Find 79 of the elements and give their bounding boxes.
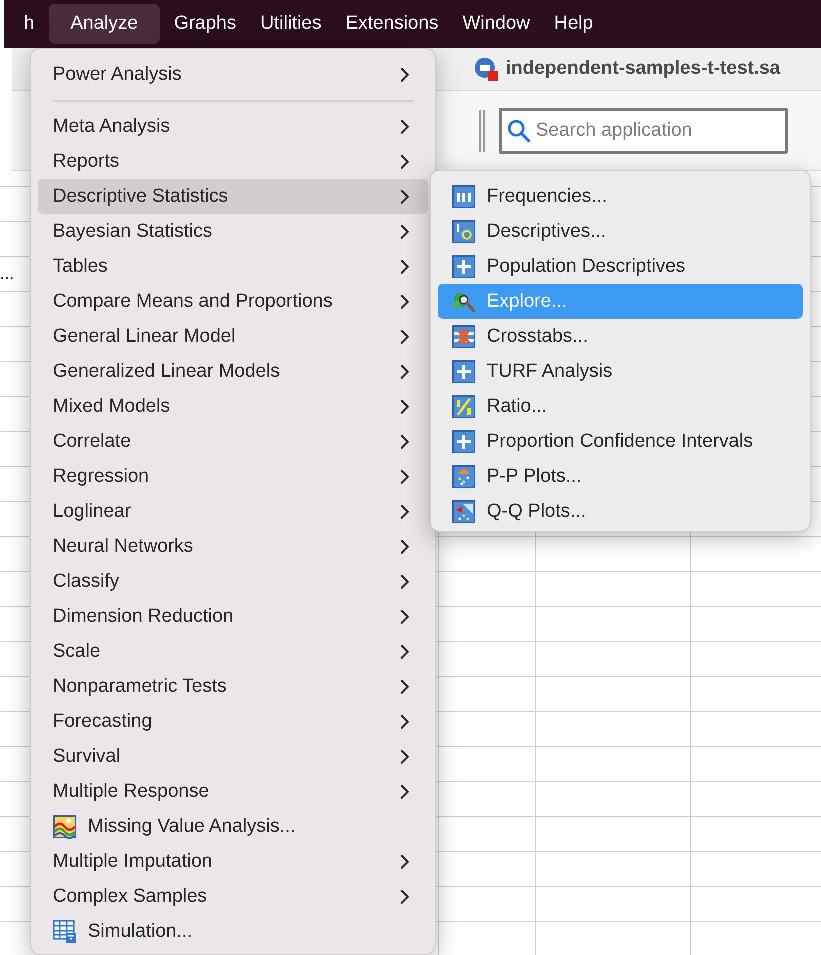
cell-text: ... [0, 264, 14, 283]
menu-item[interactable]: Multiple Response [38, 774, 428, 809]
menu-item[interactable]: Multiple Imputation [38, 844, 428, 879]
chevron-icon [400, 608, 410, 624]
menu-item[interactable]: Missing Value Analysis... [38, 809, 428, 844]
menu-bar-item[interactable]: Analyze [48, 4, 160, 44]
plot-icon [452, 464, 476, 488]
menu-item[interactable]: Power Analysis [38, 57, 428, 92]
menu-item[interactable]: Crosstabs... [438, 319, 803, 354]
menu-item[interactable]: Scale [38, 634, 428, 669]
chevron-icon [400, 398, 410, 414]
menu-item[interactable]: Classify [38, 564, 428, 599]
menu-item[interactable]: Regression [38, 459, 428, 494]
plus-icon [452, 360, 476, 384]
menu-item[interactable]: Proportion Confidence Intervals [438, 424, 803, 459]
chevron-icon [400, 538, 410, 554]
menu-bar-item[interactable]: Extensions [334, 4, 451, 44]
menu-item[interactable]: General Linear Model [38, 319, 428, 354]
chevron-icon [400, 644, 410, 660]
menu-bar-item[interactable]: Window [450, 4, 542, 44]
chevron-icon [400, 364, 410, 380]
menu-bar-item[interactable]: Help [542, 4, 606, 44]
plus-icon [452, 430, 476, 454]
menu-item[interactable]: Frequencies... [438, 179, 803, 214]
grid-icon [53, 920, 77, 944]
chart-icon [53, 814, 77, 838]
menu-item[interactable]: Forecasting [38, 704, 428, 739]
chevron-icon [400, 888, 410, 904]
chevron-icon [400, 504, 410, 520]
menu-item[interactable]: Complex Samples [38, 879, 428, 914]
menu-item[interactable]: Dimension Reduction [38, 599, 428, 634]
plot-icon [452, 500, 476, 524]
chevron-icon [400, 678, 410, 694]
search-field[interactable]: Search application [499, 108, 788, 154]
menu-item[interactable]: Descriptive Statistics [38, 179, 428, 214]
chevron-icon [400, 328, 410, 344]
chevron-icon [400, 294, 410, 310]
menu-item[interactable]: Mixed Models [38, 389, 428, 424]
chevron-icon [400, 154, 410, 170]
menu-item[interactable]: Neural Networks [38, 529, 428, 564]
menu-item[interactable]: Reports [38, 144, 428, 179]
stats-icon [452, 220, 476, 244]
menu-item[interactable]: Simulation... [38, 914, 428, 949]
data-file-icon [474, 57, 498, 81]
chevron-icon [400, 748, 410, 764]
menu-bar-item[interactable]: Graphs [162, 4, 248, 44]
chevron-icon [400, 714, 410, 730]
menu-item[interactable]: Nonparametric Tests [38, 669, 428, 704]
fraction-icon [452, 394, 476, 418]
menu-item[interactable]: Bayesian Statistics [38, 214, 428, 249]
menu-item[interactable]: P-P Plots... [438, 459, 803, 494]
menu-item[interactable]: Meta Analysis [38, 109, 428, 144]
menu-item[interactable]: Generalized Linear Models [38, 354, 428, 389]
menu-item[interactable]: Survival [38, 739, 428, 774]
plus-icon [452, 254, 476, 278]
menu-item[interactable]: Ratio... [438, 389, 803, 424]
menu-item[interactable]: Q-Q Plots... [438, 494, 803, 529]
chevron-icon [400, 784, 410, 800]
chevron-icon [400, 574, 410, 590]
menu-item[interactable]: Descriptives... [438, 214, 803, 249]
menu-item[interactable]: Compare Means and Proportions [38, 284, 428, 319]
chevron-icon [400, 468, 410, 484]
chevron-icon [400, 434, 410, 450]
chevron-icon [400, 224, 410, 240]
menu-item[interactable]: Population Descriptives [438, 249, 803, 284]
chevron-icon [400, 258, 410, 274]
menu-item[interactable]: Tables [38, 249, 428, 284]
window-title: independent-samples-t-test.sa [506, 58, 780, 80]
menu-bar-item[interactable]: h [12, 4, 47, 44]
table-icon [452, 184, 476, 208]
chevron-icon [400, 66, 410, 82]
menu-bar-item[interactable]: Utilities [248, 4, 334, 44]
chevron-icon [400, 854, 410, 870]
chevron-icon [400, 188, 410, 204]
menu-item[interactable]: TURF Analysis [438, 354, 803, 389]
menu-item[interactable]: Loglinear [38, 494, 428, 529]
crosstab-icon [452, 324, 476, 348]
menu-item[interactable]: Correlate [38, 424, 428, 459]
chevron-icon [400, 118, 410, 134]
